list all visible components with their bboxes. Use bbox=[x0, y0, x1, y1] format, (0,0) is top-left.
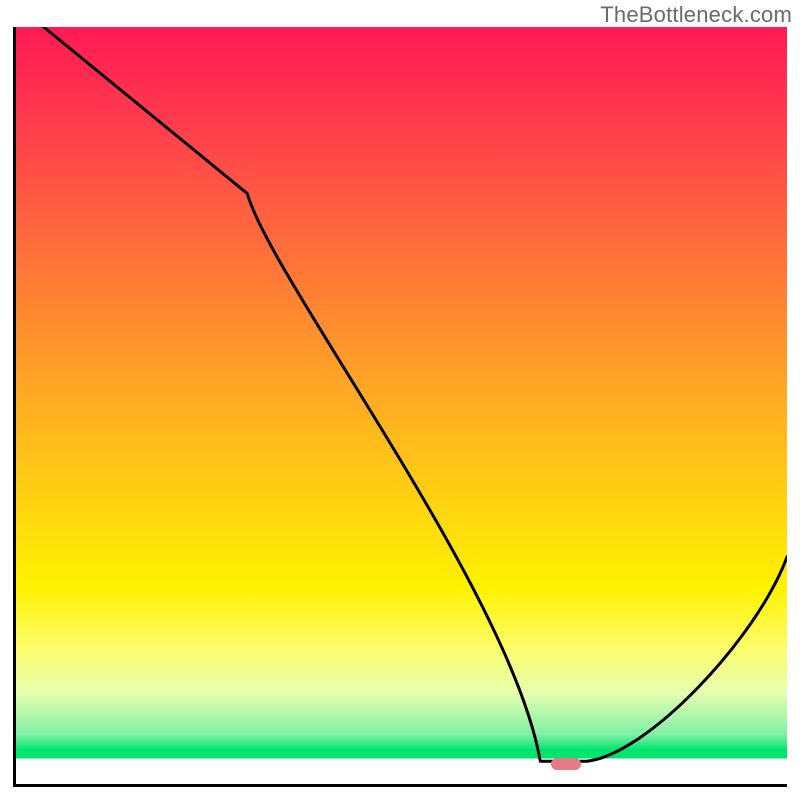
plot-area bbox=[13, 27, 787, 787]
optimum-marker bbox=[551, 758, 581, 770]
chart-stage: TheBottleneck.com bbox=[0, 0, 800, 800]
watermark-text: TheBottleneck.com bbox=[600, 2, 792, 28]
curve-svg bbox=[16, 27, 787, 784]
bottleneck-curve-path bbox=[16, 27, 787, 761]
